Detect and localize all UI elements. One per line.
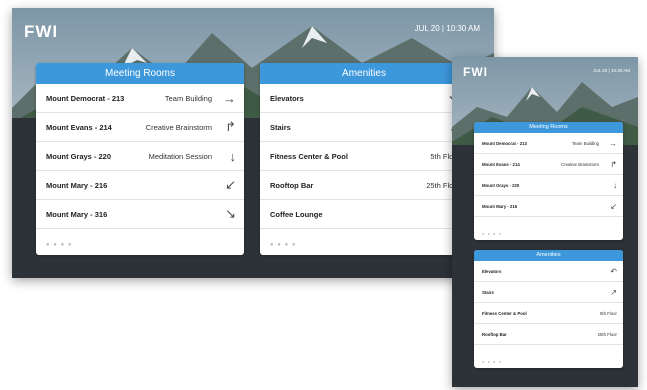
u-turn-icon: ↶ xyxy=(610,266,617,276)
list-item[interactable]: Mount Evans - 214 Creative Brainstorm ↱ xyxy=(36,113,244,142)
arrow-up-right-icon: ↗ xyxy=(610,287,617,297)
room-name: Mount Grays - 220 xyxy=(482,182,520,188)
room-name: Mount Mary - 316 xyxy=(46,209,108,219)
landscape-display: FWI JUL 20 | 10:30 AM Meeting Rooms Moun… xyxy=(12,8,494,278)
list-item[interactable]: Fitness Center & Pool 5th Floor xyxy=(260,142,468,171)
floor-label: 5th Floor xyxy=(600,310,617,316)
event-name: Team Building xyxy=(572,140,599,146)
list-item[interactable]: Rooftop Bar 25th Floor xyxy=(474,324,623,345)
arrow-down-left-icon: ↙ xyxy=(610,201,617,211)
arrow-down-icon: ↓ xyxy=(229,148,237,164)
arrow-right-icon: → xyxy=(609,138,617,148)
arrow-down-right-icon: ↘ xyxy=(225,206,236,221)
room-name: Mount Mary - 216 xyxy=(482,203,518,209)
fwi-logo: FWI xyxy=(463,65,488,79)
list-item[interactable]: Elevators ↶ xyxy=(260,84,468,113)
amenity-name: Fitness Center & Pool xyxy=(270,151,348,161)
arrow-down-left-icon: ↙ xyxy=(225,177,236,192)
amenities-card: Amenities Elevators ↶ Stairs ↗ Fitness C… xyxy=(474,250,623,368)
list-item[interactable]: Mount Mary - 216 ↙ xyxy=(474,196,623,217)
list-item[interactable]: Mount Mary - 316 ↘ xyxy=(36,200,244,229)
list-item[interactable]: Mount Democrat - 213 Team Building → xyxy=(36,84,244,113)
pagination-dots[interactable]: ● ● ● ● xyxy=(46,242,73,248)
room-name: Mount Grays - 220 xyxy=(46,151,112,161)
list-item[interactable]: Fitness Center & Pool 5th Floor xyxy=(474,303,623,324)
amenity-name: Coffee Lounge xyxy=(270,209,323,219)
list-item[interactable]: Coffee Lounge ↑ xyxy=(260,200,468,229)
list-item[interactable]: Mount Mary - 216 ↙ xyxy=(36,171,244,200)
list-item[interactable]: Elevators ↶ xyxy=(474,261,623,282)
date-time: JUL 20 | 10:30 AM xyxy=(593,68,630,73)
list-item[interactable]: Stairs ↗ xyxy=(474,282,623,303)
meeting-rooms-card: Meeting Rooms Mount Democrat - 213 Team … xyxy=(474,122,623,240)
pagination-dots[interactable]: ● ● ● ● xyxy=(270,242,297,248)
list-item[interactable]: Mount Democrat - 213 Team Building → xyxy=(474,133,623,154)
amenity-name: Stairs xyxy=(482,289,494,295)
amenity-name: Elevators xyxy=(482,268,502,274)
amenity-name: Elevators xyxy=(270,93,304,103)
event-name: Team Building xyxy=(164,93,212,103)
turn-right-icon: ↱ xyxy=(225,119,236,134)
date-time: JUL 20 | 10:30 AM xyxy=(414,24,480,33)
meeting-rooms-card: Meeting Rooms Mount Democrat - 213 Team … xyxy=(36,63,244,255)
portrait-display: FWI JUL 20 | 10:30 AM Meeting Rooms Moun… xyxy=(452,57,638,387)
amenities-title: Amenities xyxy=(260,63,468,84)
amenity-name: Stairs xyxy=(270,122,291,132)
list-item[interactable]: Mount Grays - 220 ↓ xyxy=(474,175,623,196)
amenities-card: Amenities Elevators ↶ Stairs ↗ Fitness C… xyxy=(260,63,468,255)
pagination-dots[interactable]: ● ● ● ● xyxy=(482,231,502,236)
turn-right-icon: ↱ xyxy=(610,159,617,169)
list-item[interactable]: Mount Evans - 214 Creative Brainstorm ↱ xyxy=(474,154,623,175)
pagination-dots[interactable]: ● ● ● ● xyxy=(482,359,502,364)
floor-label: 25th Floor xyxy=(597,331,617,337)
fwi-logo: FWI xyxy=(24,22,59,41)
list-item[interactable]: Stairs ↗ xyxy=(260,113,468,142)
event-name: Creative Brainstorm xyxy=(561,161,599,167)
room-name: Mount Democrat - 213 xyxy=(46,93,125,103)
meeting-rooms-title: Meeting Rooms xyxy=(36,63,244,84)
amenity-name: Rooftop Bar xyxy=(270,180,314,190)
amenities-title: Amenities xyxy=(474,250,623,261)
room-name: Mount Evans - 214 xyxy=(46,122,112,132)
room-name: Mount Mary - 216 xyxy=(46,180,108,190)
arrow-right-icon: → xyxy=(223,90,236,106)
arrow-down-icon: ↓ xyxy=(613,180,617,190)
meeting-rooms-title: Meeting Rooms xyxy=(474,122,623,133)
amenity-name: Fitness Center & Pool xyxy=(482,310,527,316)
room-name: Mount Democrat - 213 xyxy=(482,140,527,146)
event-name: Creative Brainstorm xyxy=(145,122,212,132)
room-name: Mount Evans - 214 xyxy=(482,161,520,167)
amenity-name: Rooftop Bar xyxy=(482,331,507,337)
list-item[interactable]: Rooftop Bar 25th Floor xyxy=(260,171,468,200)
event-name: Meditation Session xyxy=(148,151,212,161)
list-item[interactable]: Mount Grays - 220 Meditation Session ↓ xyxy=(36,142,244,171)
